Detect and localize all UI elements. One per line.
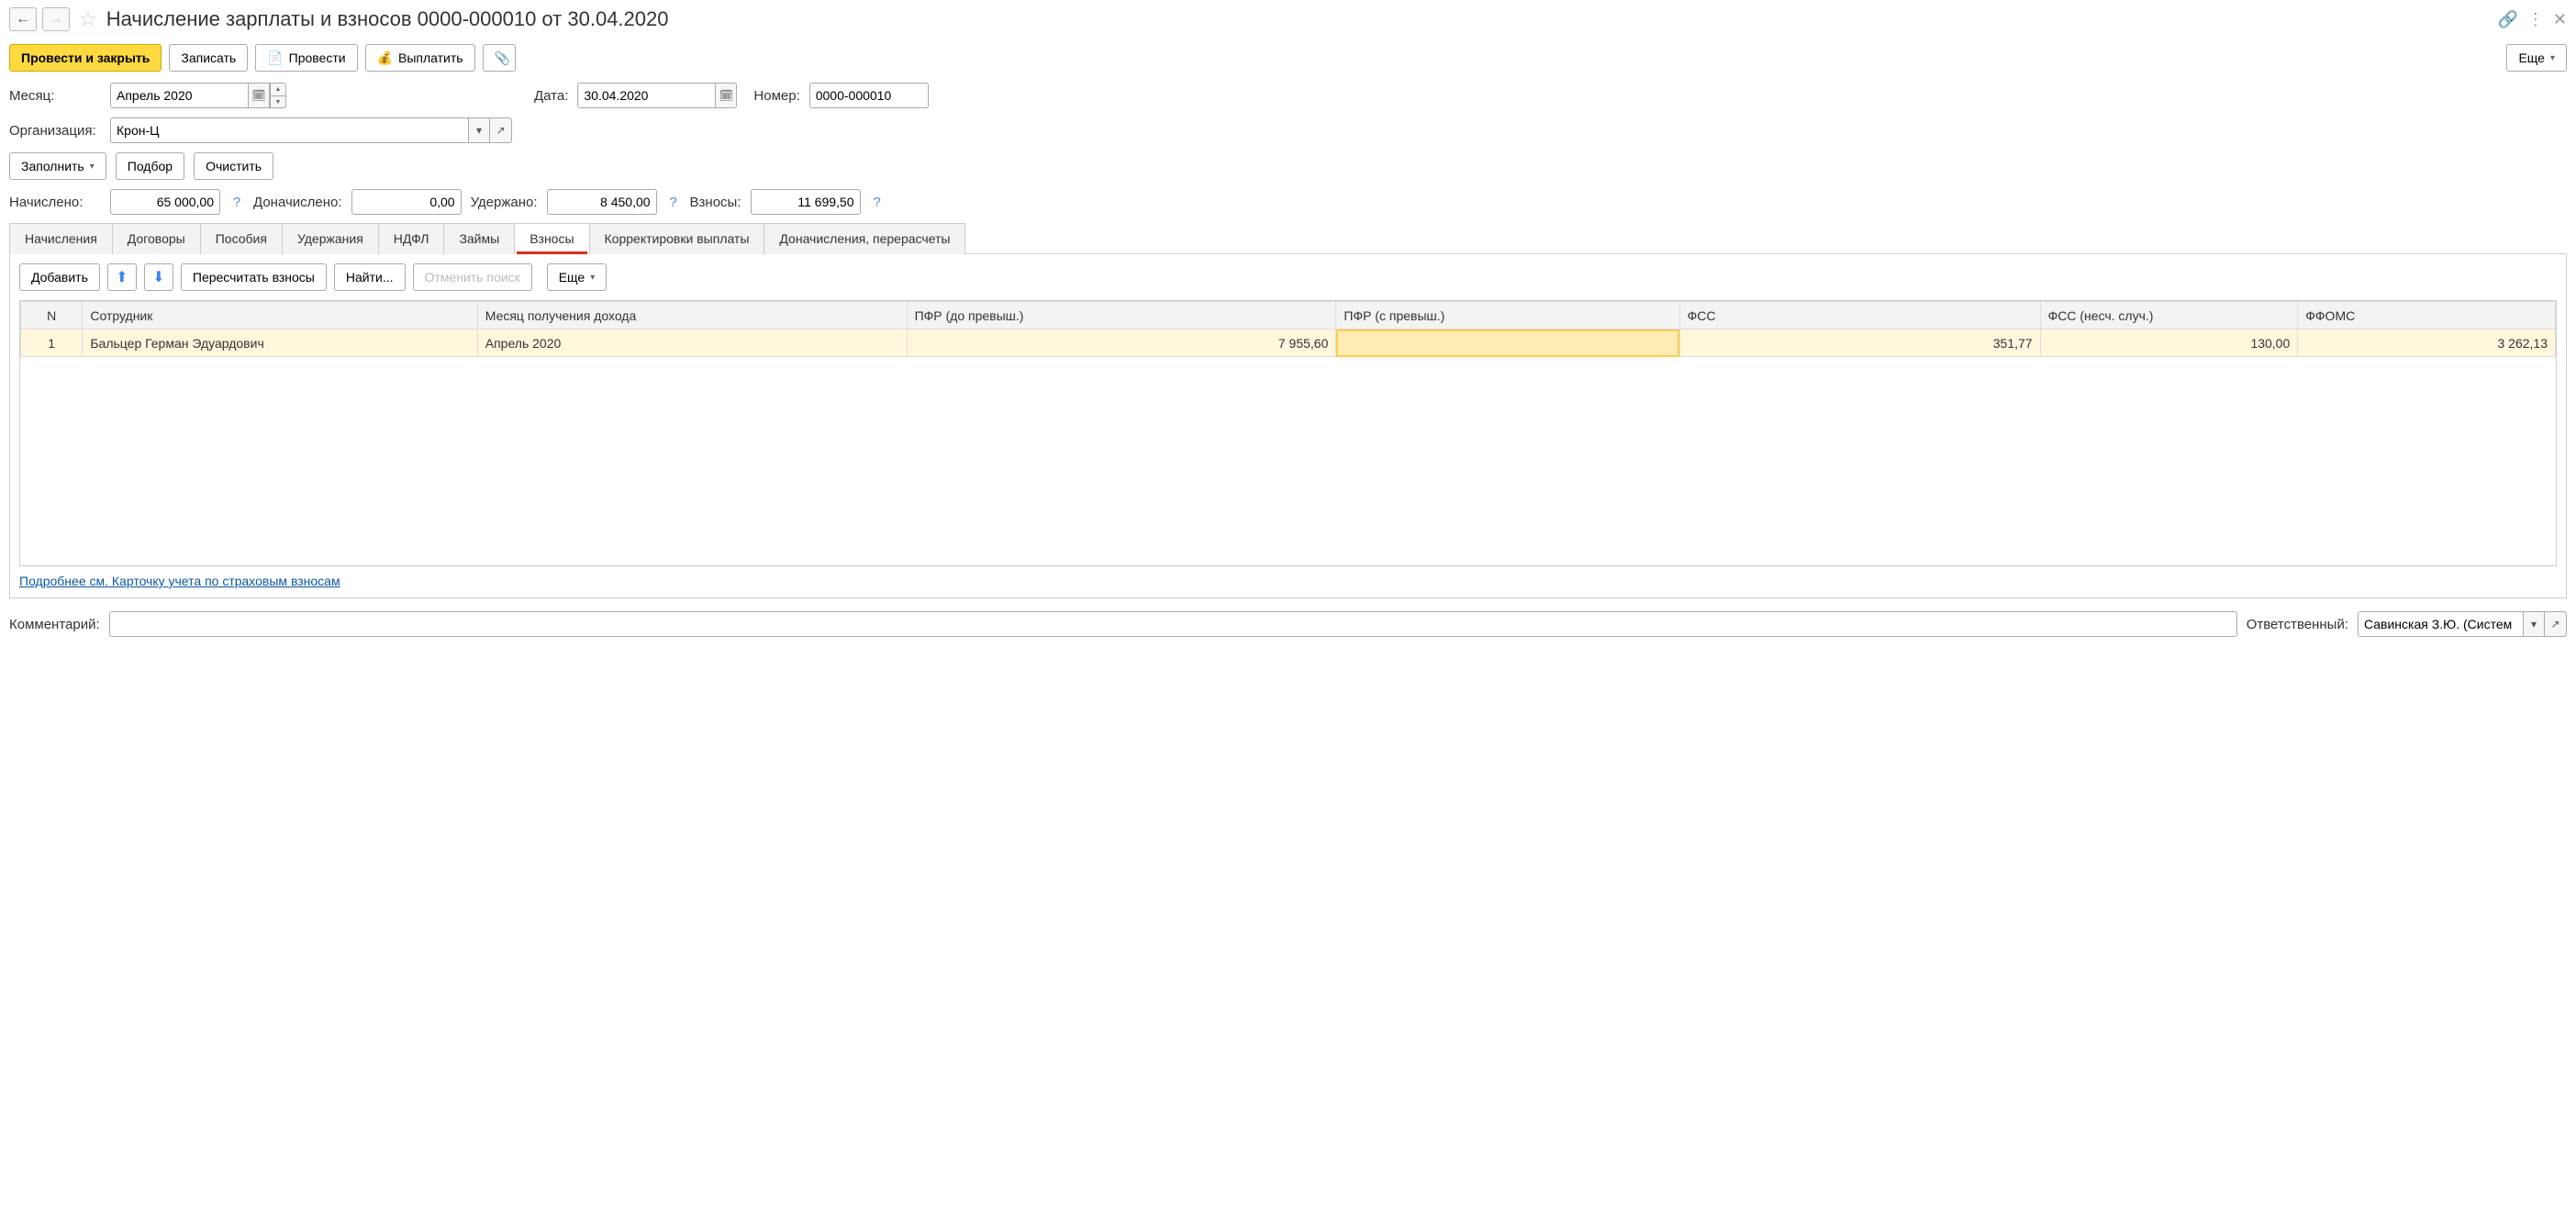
org-input-group[interactable]: ▾ ↗ — [110, 117, 512, 143]
responsible-open-icon[interactable]: ↗ — [2545, 611, 2567, 637]
pay-button[interactable]: 💰 Выплатить — [365, 44, 475, 72]
date-input[interactable] — [577, 83, 715, 108]
contrib-label: Взносы: — [690, 195, 742, 210]
additional-label: Доначислено: — [253, 195, 342, 210]
add-row-button[interactable]: Добавить — [19, 263, 100, 291]
number-input[interactable] — [809, 83, 929, 108]
tab-recalc[interactable]: Доначисления, перерасчеты — [764, 223, 965, 254]
month-input-group[interactable]: 🗓 ▲ ▼ — [110, 83, 286, 108]
contributions-grid: N Сотрудник Месяц получения дохода ПФР (… — [20, 301, 2556, 357]
post-icon: 📄 — [267, 50, 283, 66]
attachment-button[interactable]: 📎 — [483, 44, 516, 72]
withheld-value[interactable] — [547, 189, 657, 215]
pick-button[interactable]: Подбор — [116, 152, 184, 180]
responsible-input[interactable] — [2358, 611, 2523, 637]
tab-loans[interactable]: Займы — [443, 223, 515, 254]
more-button-top[interactable]: Еще — [2506, 44, 2567, 72]
cell-n[interactable]: 1 — [21, 329, 83, 357]
recalc-contrib-button[interactable]: Пересчитать взносы — [181, 263, 327, 291]
contributions-grid-container[interactable]: N Сотрудник Месяц получения дохода ПФР (… — [19, 300, 2557, 566]
cell-month[interactable]: Апрель 2020 — [477, 329, 907, 357]
accrued-value[interactable] — [110, 189, 220, 215]
post-and-close-button[interactable]: Провести и закрыть — [9, 44, 162, 72]
find-button[interactable]: Найти... — [334, 263, 406, 291]
pay-icon: 💰 — [377, 50, 393, 66]
nav-forward-button[interactable]: → — [42, 7, 70, 31]
responsible-label: Ответственный: — [2247, 617, 2348, 632]
more-button-inner[interactable]: Еще — [547, 263, 608, 291]
arrow-up-icon: ⬆ — [116, 268, 128, 286]
col-ffoms[interactable]: ФФОМС — [2298, 302, 2556, 329]
date-label: Дата: — [534, 88, 568, 104]
accrued-label: Начислено: — [9, 195, 101, 210]
move-down-button[interactable]: ⬇ — [144, 263, 173, 291]
cell-employee[interactable]: Бальцер Герман Эдуардович — [83, 329, 477, 357]
table-row[interactable]: 1 Бальцер Герман Эдуардович Апрель 2020 … — [21, 329, 2556, 357]
additional-value[interactable] — [351, 189, 462, 215]
tab-contracts[interactable]: Договоры — [112, 223, 201, 254]
date-calendar-icon[interactable]: 🗓 — [715, 83, 737, 108]
col-employee[interactable]: Сотрудник — [83, 302, 477, 329]
col-fss-acc[interactable]: ФСС (несч. случ.) — [2040, 302, 2298, 329]
comment-label: Комментарий: — [9, 617, 100, 632]
arrow-down-icon: ⬇ — [152, 268, 164, 286]
clear-button[interactable]: Очистить — [194, 152, 273, 180]
calendar-icon[interactable]: 🗓 — [248, 83, 270, 108]
month-label: Месяц: — [9, 88, 101, 104]
cancel-find-button: Отменить поиск — [413, 263, 532, 291]
fill-button[interactable]: Заполнить — [9, 152, 106, 180]
cell-fss-acc[interactable]: 130,00 — [2040, 329, 2298, 357]
cell-pfr-below[interactable]: 7 955,60 — [907, 329, 1336, 357]
org-input[interactable] — [110, 117, 468, 143]
org-dropdown-icon[interactable]: ▾ — [468, 117, 490, 143]
cell-ffoms[interactable]: 3 262,13 — [2298, 329, 2556, 357]
nav-back-button[interactable]: ← — [9, 7, 37, 31]
responsible-dropdown-icon[interactable]: ▾ — [2523, 611, 2545, 637]
month-input[interactable] — [110, 83, 248, 108]
responsible-input-group[interactable]: ▾ ↗ — [2358, 611, 2567, 637]
col-month[interactable]: Месяц получения дохода — [477, 302, 907, 329]
tab-bar: Начисления Договоры Пособия Удержания НД… — [9, 222, 2567, 254]
tab-accruals[interactable]: Начисления — [9, 223, 113, 254]
link-icon[interactable]: 🔗 — [2497, 10, 2517, 29]
tab-corrections[interactable]: Корректировки выплаты — [589, 223, 765, 254]
close-icon[interactable]: ✕ — [2553, 10, 2567, 29]
tab-contributions[interactable]: Взносы — [514, 223, 589, 254]
tab-benefits[interactable]: Пособия — [200, 223, 283, 254]
save-button[interactable]: Записать — [169, 44, 248, 72]
number-label: Номер: — [753, 88, 799, 104]
col-fss[interactable]: ФСС — [1679, 302, 2040, 329]
tab-deductions[interactable]: Удержания — [282, 223, 379, 254]
accrued-help-icon[interactable]: ? — [229, 195, 244, 210]
cell-pfr-above[interactable] — [1336, 329, 1679, 357]
withheld-help-icon[interactable]: ? — [666, 195, 681, 210]
paperclip-icon: 📎 — [495, 50, 510, 66]
month-down-button[interactable]: ▼ — [270, 95, 286, 108]
col-pfr-below[interactable]: ПФР (до превыш.) — [907, 302, 1336, 329]
comment-input[interactable] — [109, 611, 2237, 637]
post-button[interactable]: 📄 Провести — [255, 44, 357, 72]
org-label: Организация: — [9, 123, 101, 139]
contrib-value[interactable] — [751, 189, 861, 215]
contrib-help-icon[interactable]: ? — [870, 195, 885, 210]
move-up-button[interactable]: ⬆ — [107, 263, 137, 291]
col-pfr-above[interactable]: ПФР (с превыш.) — [1336, 302, 1679, 329]
cell-fss[interactable]: 351,77 — [1679, 329, 2040, 357]
kebab-menu-icon[interactable]: ⋮ — [2527, 10, 2544, 29]
col-n[interactable]: N — [21, 302, 83, 329]
withheld-label: Удержано: — [471, 195, 538, 210]
org-open-icon[interactable]: ↗ — [490, 117, 512, 143]
page-title: Начисление зарплаты и взносов 0000-00001… — [106, 7, 2492, 31]
favorite-star-icon[interactable]: ☆ — [79, 7, 97, 31]
date-input-group[interactable]: 🗓 — [577, 83, 737, 108]
month-up-button[interactable]: ▲ — [270, 83, 286, 95]
details-link[interactable]: Подробнее см. Карточку учета по страховы… — [19, 574, 340, 588]
tab-ndfl[interactable]: НДФЛ — [378, 223, 445, 254]
